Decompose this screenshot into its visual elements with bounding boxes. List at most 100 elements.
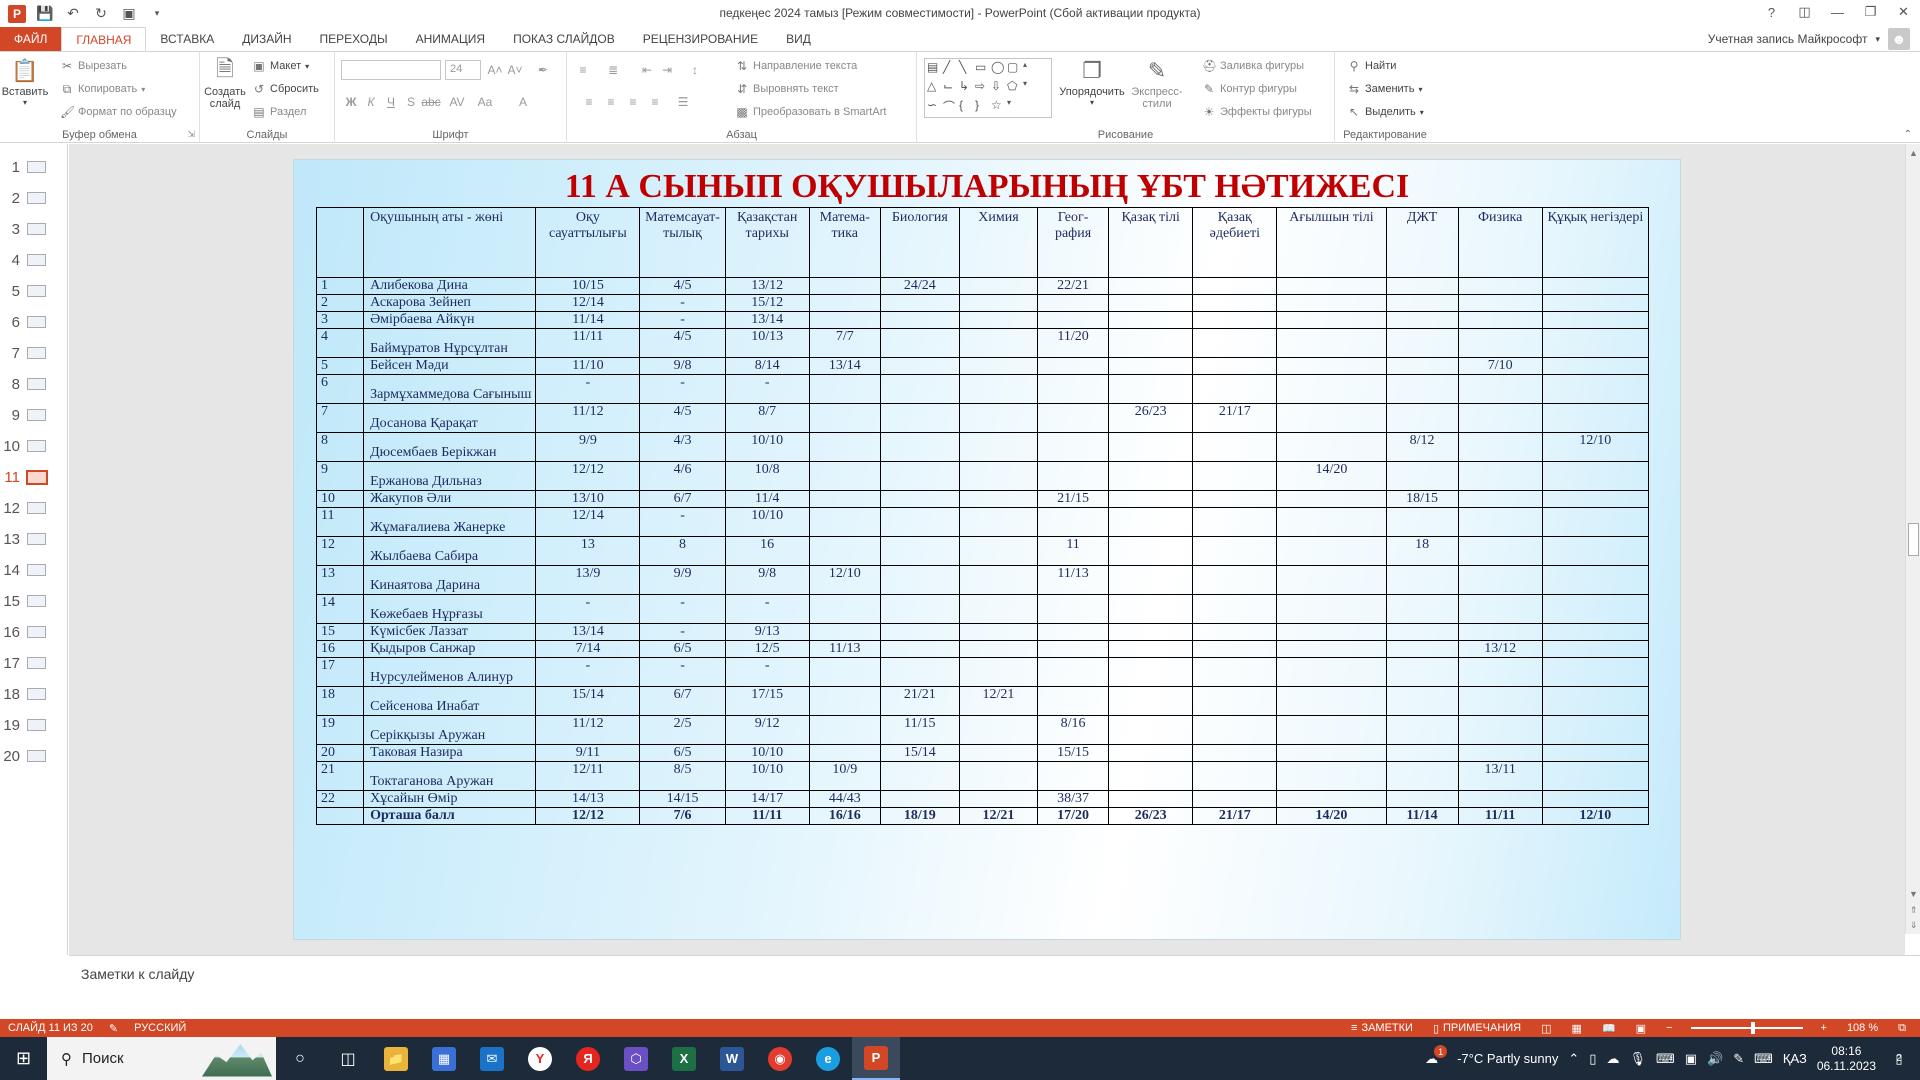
text-direction-button[interactable]: ⇅ Направление текста <box>735 56 857 76</box>
score-cell[interactable] <box>1108 357 1194 375</box>
score-cell[interactable] <box>1037 594 1110 624</box>
cut-button[interactable]: ✂ Вырезать <box>60 56 127 76</box>
score-cell[interactable] <box>1192 461 1278 491</box>
score-cell[interactable]: 4/5 <box>639 277 726 295</box>
score-cell[interactable] <box>1192 565 1278 595</box>
student-name-cell[interactable]: Токтаганова Аружан <box>363 761 537 791</box>
score-cell[interactable] <box>1192 657 1278 687</box>
dialog-launcher-icon[interactable]: ⇲ <box>187 129 195 140</box>
slide-thumbnail[interactable]: 4 <box>0 250 68 270</box>
slide-thumbnail[interactable]: 8 <box>0 374 68 394</box>
italic-icon[interactable]: К <box>361 92 381 112</box>
average-score-cell[interactable]: 14/20 <box>1276 807 1387 825</box>
justify-icon[interactable]: ≡ <box>645 92 665 112</box>
spell-check-button[interactable]: ✎ <box>101 1019 126 1037</box>
score-cell[interactable]: 11/12 <box>535 403 641 433</box>
score-cell[interactable] <box>879 565 960 595</box>
rectangle-shape-icon[interactable]: ▭ <box>975 60 991 79</box>
score-cell[interactable] <box>1385 657 1459 687</box>
score-cell[interactable]: 7/10 <box>1457 357 1543 375</box>
score-cell[interactable] <box>1192 594 1278 624</box>
row-number-cell[interactable]: 18 <box>315 686 365 716</box>
score-cell[interactable] <box>808 432 881 462</box>
score-cell[interactable] <box>1192 744 1278 762</box>
slide-thumbnail-preview[interactable] <box>27 595 46 607</box>
underline-icon[interactable]: Ч <box>381 92 401 112</box>
student-name-cell[interactable]: Ержанова Дильназ <box>363 461 537 491</box>
windows-start-icon[interactable]: ⊞ <box>0 1037 47 1080</box>
score-cell[interactable] <box>1385 623 1459 641</box>
score-cell[interactable] <box>1108 277 1194 295</box>
show-hidden-icons-icon[interactable]: ⌃ <box>1568 1051 1579 1067</box>
score-cell[interactable] <box>1276 507 1387 537</box>
slide-thumbnail-preview[interactable] <box>27 564 46 576</box>
slide-thumbnail-preview[interactable] <box>27 657 46 669</box>
score-cell[interactable] <box>1457 432 1543 462</box>
score-cell[interactable] <box>1457 623 1543 641</box>
score-cell[interactable] <box>1276 686 1387 716</box>
score-cell[interactable] <box>1276 657 1387 687</box>
slide-thumbnail-preview[interactable] <box>27 750 46 762</box>
vertical-scrollbar[interactable]: ▲ ▼ ⇑ ⇓ <box>1905 144 1920 934</box>
pen-icon[interactable]: ✎ <box>1733 1051 1744 1067</box>
row-number-cell[interactable]: 21 <box>315 761 365 791</box>
score-cell[interactable]: 18 <box>1385 536 1459 566</box>
score-cell[interactable] <box>1541 507 1650 537</box>
row-number-cell[interactable]: 16 <box>315 640 365 658</box>
slide-thumbnail[interactable]: 12 <box>0 498 68 518</box>
score-cell[interactable] <box>1276 594 1387 624</box>
score-cell[interactable] <box>879 432 960 462</box>
slide-thumbnail-preview[interactable] <box>27 316 46 328</box>
powerpoint-taskbar-icon[interactable]: P <box>852 1037 900 1080</box>
score-cell[interactable] <box>1457 490 1543 508</box>
row-number-cell[interactable]: 1 <box>315 277 365 295</box>
score-cell[interactable] <box>1385 744 1459 762</box>
score-cell[interactable]: 8/16 <box>1037 715 1110 745</box>
student-name-cell[interactable]: Көжебаев Нұрғазы <box>363 594 537 624</box>
score-cell[interactable]: 11/10 <box>535 357 641 375</box>
close-icon[interactable]: ✕ <box>1887 0 1920 24</box>
score-cell[interactable]: 11/13 <box>808 640 881 658</box>
average-score-cell[interactable]: 12/10 <box>1541 807 1650 825</box>
score-cell[interactable]: 9/11 <box>535 744 641 762</box>
edge-icon[interactable]: e <box>804 1037 852 1080</box>
store-icon[interactable]: ▦ <box>420 1037 468 1080</box>
student-name-cell[interactable]: Әмірбаева Айкүн <box>363 311 537 329</box>
score-cell[interactable] <box>1108 490 1194 508</box>
score-cell[interactable] <box>1541 657 1650 687</box>
gallery-up-icon[interactable]: ▴ <box>1023 60 1039 79</box>
score-cell[interactable] <box>1457 565 1543 595</box>
score-cell[interactable] <box>1385 357 1459 375</box>
score-cell[interactable] <box>1108 686 1194 716</box>
score-cell[interactable] <box>808 686 881 716</box>
score-cell[interactable] <box>958 357 1039 375</box>
phone-link-icon[interactable]: ▯ <box>1589 1051 1596 1067</box>
score-cell[interactable] <box>1276 565 1387 595</box>
score-cell[interactable] <box>879 311 960 329</box>
align-right-icon[interactable]: ≡ <box>623 92 643 112</box>
slide-thumbnail[interactable]: 9 <box>0 405 68 425</box>
score-cell[interactable]: 13/10 <box>535 490 641 508</box>
score-cell[interactable]: 10/10 <box>724 507 810 537</box>
score-cell[interactable] <box>1385 294 1459 312</box>
average-score-cell[interactable]: 17/20 <box>1037 807 1110 825</box>
score-cell[interactable] <box>808 277 881 295</box>
score-cell[interactable]: 10/13 <box>724 328 810 358</box>
score-cell[interactable] <box>958 623 1039 641</box>
student-name-cell[interactable]: Нурсулейменов Алинур <box>363 657 537 687</box>
char-spacing-icon[interactable]: AV <box>447 92 467 112</box>
score-cell[interactable]: 12/14 <box>535 294 641 312</box>
right-arrow-shape-icon[interactable]: ⇨ <box>975 79 991 98</box>
customize-qat-icon[interactable]: ▾ <box>148 5 166 23</box>
score-cell[interactable] <box>1192 490 1278 508</box>
decrease-indent-icon[interactable]: ⇤ <box>637 60 657 80</box>
slide-thumbnail-preview[interactable] <box>27 719 46 731</box>
score-cell[interactable]: 10/10 <box>724 432 810 462</box>
slide-thumbnail-preview[interactable] <box>27 688 46 700</box>
arc-shape-icon[interactable]: ⌒ <box>943 98 959 117</box>
score-cell[interactable] <box>1108 432 1194 462</box>
tab-file[interactable]: ФАЙЛ <box>0 27 62 51</box>
score-cell[interactable] <box>879 594 960 624</box>
score-cell[interactable]: 9/9 <box>639 565 726 595</box>
score-cell[interactable] <box>1108 594 1194 624</box>
